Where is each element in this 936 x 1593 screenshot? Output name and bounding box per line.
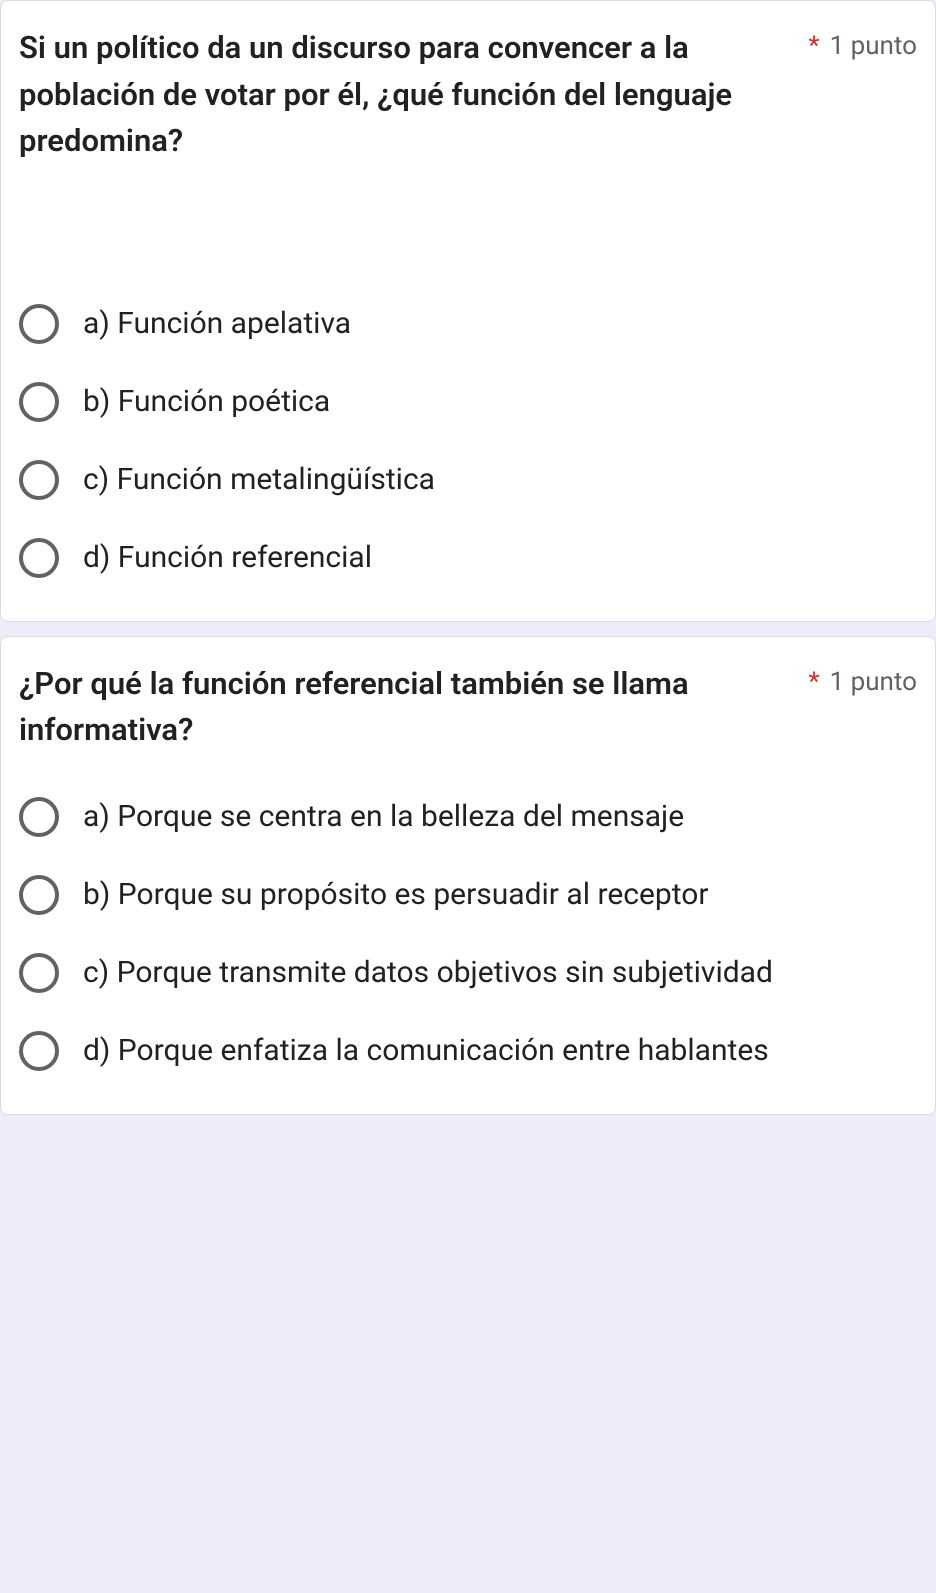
option-label: b) Función poética [83,381,330,423]
option-d[interactable]: d) Porque enfatiza la comunicación entre… [19,1012,917,1090]
radio-icon [19,1031,59,1071]
option-d[interactable]: d) Función referencial [19,519,917,597]
required-mark: * [808,667,819,697]
option-label: b) Porque su propósito es persuadir al r… [83,874,709,916]
option-label: c) Porque transmite datos objetivos sin … [83,952,773,994]
option-a[interactable]: a) Función apelativa [19,285,917,363]
option-a[interactable]: a) Porque se centra en la belleza del me… [19,778,917,856]
options-group: a) Función apelativa b) Función poética … [1,285,935,597]
question-title: ¿Por qué la función referencial también … [19,661,808,754]
question-title: Si un político da un discurso para conve… [19,25,808,165]
option-b[interactable]: b) Función poética [19,363,917,441]
radio-icon [19,953,59,993]
radio-icon [19,382,59,422]
option-label: a) Función apelativa [83,303,351,345]
option-label: d) Función referencial [83,537,372,579]
option-label: d) Porque enfatiza la comunicación entre… [83,1030,769,1072]
question-header: Si un político da un discurso para conve… [1,25,935,165]
radio-icon [19,304,59,344]
spacer [1,205,935,285]
option-label: c) Función metalingüística [83,459,435,501]
question-card-1: Si un político da un discurso para conve… [0,0,936,622]
points-indicator: * 1 punto [808,25,917,61]
radio-icon [19,538,59,578]
option-label: a) Porque se centra en la belleza del me… [83,796,684,838]
points-text: 1 punto [830,667,917,697]
option-c[interactable]: c) Función metalingüística [19,441,917,519]
radio-icon [19,875,59,915]
points-text: 1 punto [830,31,917,61]
question-header: ¿Por qué la función referencial también … [1,661,935,754]
question-card-2: ¿Por qué la función referencial también … [0,636,936,1115]
radio-icon [19,797,59,837]
options-group: a) Porque se centra en la belleza del me… [1,778,935,1090]
radio-icon [19,460,59,500]
option-c[interactable]: c) Porque transmite datos objetivos sin … [19,934,917,1012]
points-indicator: * 1 punto [808,661,917,697]
option-b[interactable]: b) Porque su propósito es persuadir al r… [19,856,917,934]
required-mark: * [808,31,819,61]
